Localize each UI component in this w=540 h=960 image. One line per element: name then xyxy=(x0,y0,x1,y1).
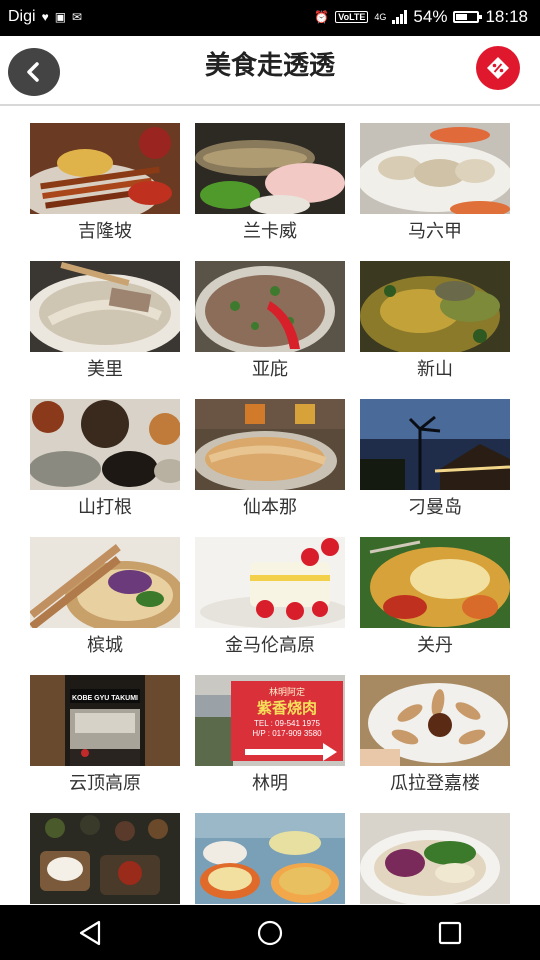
destination-tile-cameron-highlands[interactable]: 金马伦高原 xyxy=(195,537,345,658)
kobe-sign-text: KOBE GYU TAKUMI xyxy=(72,695,138,702)
nav-recents-button[interactable] xyxy=(420,911,480,955)
destination-tile-row6-1[interactable] xyxy=(30,813,180,905)
destination-photo: KOBE GYU TAKUMI xyxy=(30,675,180,766)
status-right: ⏰ VoLTE 4G 54% 18:18 xyxy=(314,7,528,27)
destination-photo xyxy=(360,537,510,628)
destination-tile-kota-kinabalu[interactable]: 亚庇 xyxy=(195,261,345,382)
page-title: 美食走透透 xyxy=(204,51,335,81)
destination-photo xyxy=(30,261,180,352)
destination-name: 吉隆坡 xyxy=(78,221,132,242)
destination-name: 新山 xyxy=(417,359,453,380)
shop-sign-hp: H/P : 017-909 3580 xyxy=(252,729,322,738)
status-left: Digi ♥ ▣ ✉ xyxy=(8,8,82,26)
destination-tile-langkawi[interactable]: 兰卡威 xyxy=(195,123,345,244)
destination-photo xyxy=(30,123,180,214)
destination-tile-malacca[interactable]: 马六甲 xyxy=(360,123,510,244)
navigation-bar xyxy=(0,905,540,960)
destination-tile-johor-bahru[interactable]: 新山 xyxy=(360,261,510,382)
destination-tile-sandakan[interactable]: 山打根 xyxy=(30,399,180,520)
destination-photo xyxy=(360,813,510,904)
destination-name: 林明 xyxy=(252,773,288,794)
destination-name: 仙本那 xyxy=(243,497,297,518)
battery-icon xyxy=(453,11,483,23)
destination-tile-lim-ming[interactable]: 林明阿定 紫香烧肉 TEL : 09-541 1975 H/P : 017-90… xyxy=(195,675,345,796)
shop-sign-tel: TEL : 09-541 1975 xyxy=(254,719,321,728)
destination-photo xyxy=(360,399,510,490)
mail-icon: ✉ xyxy=(72,10,83,24)
home-circle-icon xyxy=(257,920,283,945)
destination-photo xyxy=(195,537,345,628)
volte-icon: VoLTE xyxy=(335,11,369,23)
destination-name: 金马伦高原 xyxy=(225,635,315,656)
destination-tile-penang[interactable]: 槟城 xyxy=(30,537,180,658)
app-header: 美食走透透 xyxy=(0,36,540,106)
destination-name: 槟城 xyxy=(87,635,123,656)
promo-button[interactable] xyxy=(476,46,520,90)
destination-photo xyxy=(195,123,345,214)
destination-photo xyxy=(30,537,180,628)
destination-photo xyxy=(30,399,180,490)
destination-photo xyxy=(360,261,510,352)
network-type: 4G xyxy=(374,12,387,22)
destination-name: 山打根 xyxy=(78,497,132,518)
destination-photo xyxy=(360,123,510,214)
clock: 18:18 xyxy=(485,7,528,26)
shop-sign-top: 林明阿定 xyxy=(269,686,305,698)
destination-name: 兰卡威 xyxy=(243,221,297,242)
destination-tile-tioman[interactable]: 刁曼岛 xyxy=(360,399,510,520)
destination-tile-kuala-terengganu[interactable]: 瓜拉登嘉楼 xyxy=(360,675,510,796)
carrier-label: Digi xyxy=(8,8,36,25)
destination-photo xyxy=(195,813,345,904)
destination-name: 刁曼岛 xyxy=(408,497,462,518)
destination-name: 美里 xyxy=(87,359,123,380)
destination-tile-kuantan[interactable]: 关丹 xyxy=(360,537,510,658)
shop-sign-name: 紫香烧肉 xyxy=(257,699,317,717)
destination-name: 马六甲 xyxy=(408,221,462,242)
nav-home-button[interactable] xyxy=(240,911,300,955)
recents-square-icon xyxy=(438,921,462,944)
battery-fill xyxy=(456,14,468,20)
destination-tile-miri[interactable]: 美里 xyxy=(30,261,180,382)
destination-photo: 林明阿定 紫香烧肉 TEL : 09-541 1975 H/P : 017-90… xyxy=(195,675,345,766)
heart-monitor-icon: ♥ xyxy=(41,10,49,24)
status-bar: Digi ♥ ▣ ✉ ⏰ VoLTE 4G 54% 18:18 xyxy=(0,0,540,36)
nav-back-button[interactable] xyxy=(60,911,120,955)
destination-grid: 吉隆坡 兰卡威 马六甲 美里 亚庇 新山 山打根 仙本那 刁曼岛 槟城 金马伦高… xyxy=(30,123,510,905)
destination-photo xyxy=(195,261,345,352)
destination-tile-row6-3[interactable] xyxy=(360,813,510,905)
alarm-icon: ⏰ xyxy=(314,10,330,24)
destination-tile-row6-2[interactable] xyxy=(195,813,345,905)
destination-tile-semporna[interactable]: 仙本那 xyxy=(195,399,345,520)
battery-percent: 54% xyxy=(413,7,448,26)
discount-tag-icon xyxy=(487,57,509,79)
destination-name: 瓜拉登嘉楼 xyxy=(390,773,480,794)
destination-name: 云顶高原 xyxy=(69,773,141,794)
destination-photo xyxy=(195,399,345,490)
destination-name: 关丹 xyxy=(417,635,453,656)
image-icon: ▣ xyxy=(54,10,67,24)
destination-tile-kuala-lumpur[interactable]: 吉隆坡 xyxy=(30,123,180,244)
destination-tile-genting-highlands[interactable]: KOBE GYU TAKUMI 云顶高原 xyxy=(30,675,180,796)
destination-photo xyxy=(30,813,180,904)
destination-name: 亚庇 xyxy=(252,359,288,380)
destination-photo xyxy=(360,675,510,766)
signal-icon xyxy=(392,10,408,24)
back-triangle-icon xyxy=(79,920,101,945)
